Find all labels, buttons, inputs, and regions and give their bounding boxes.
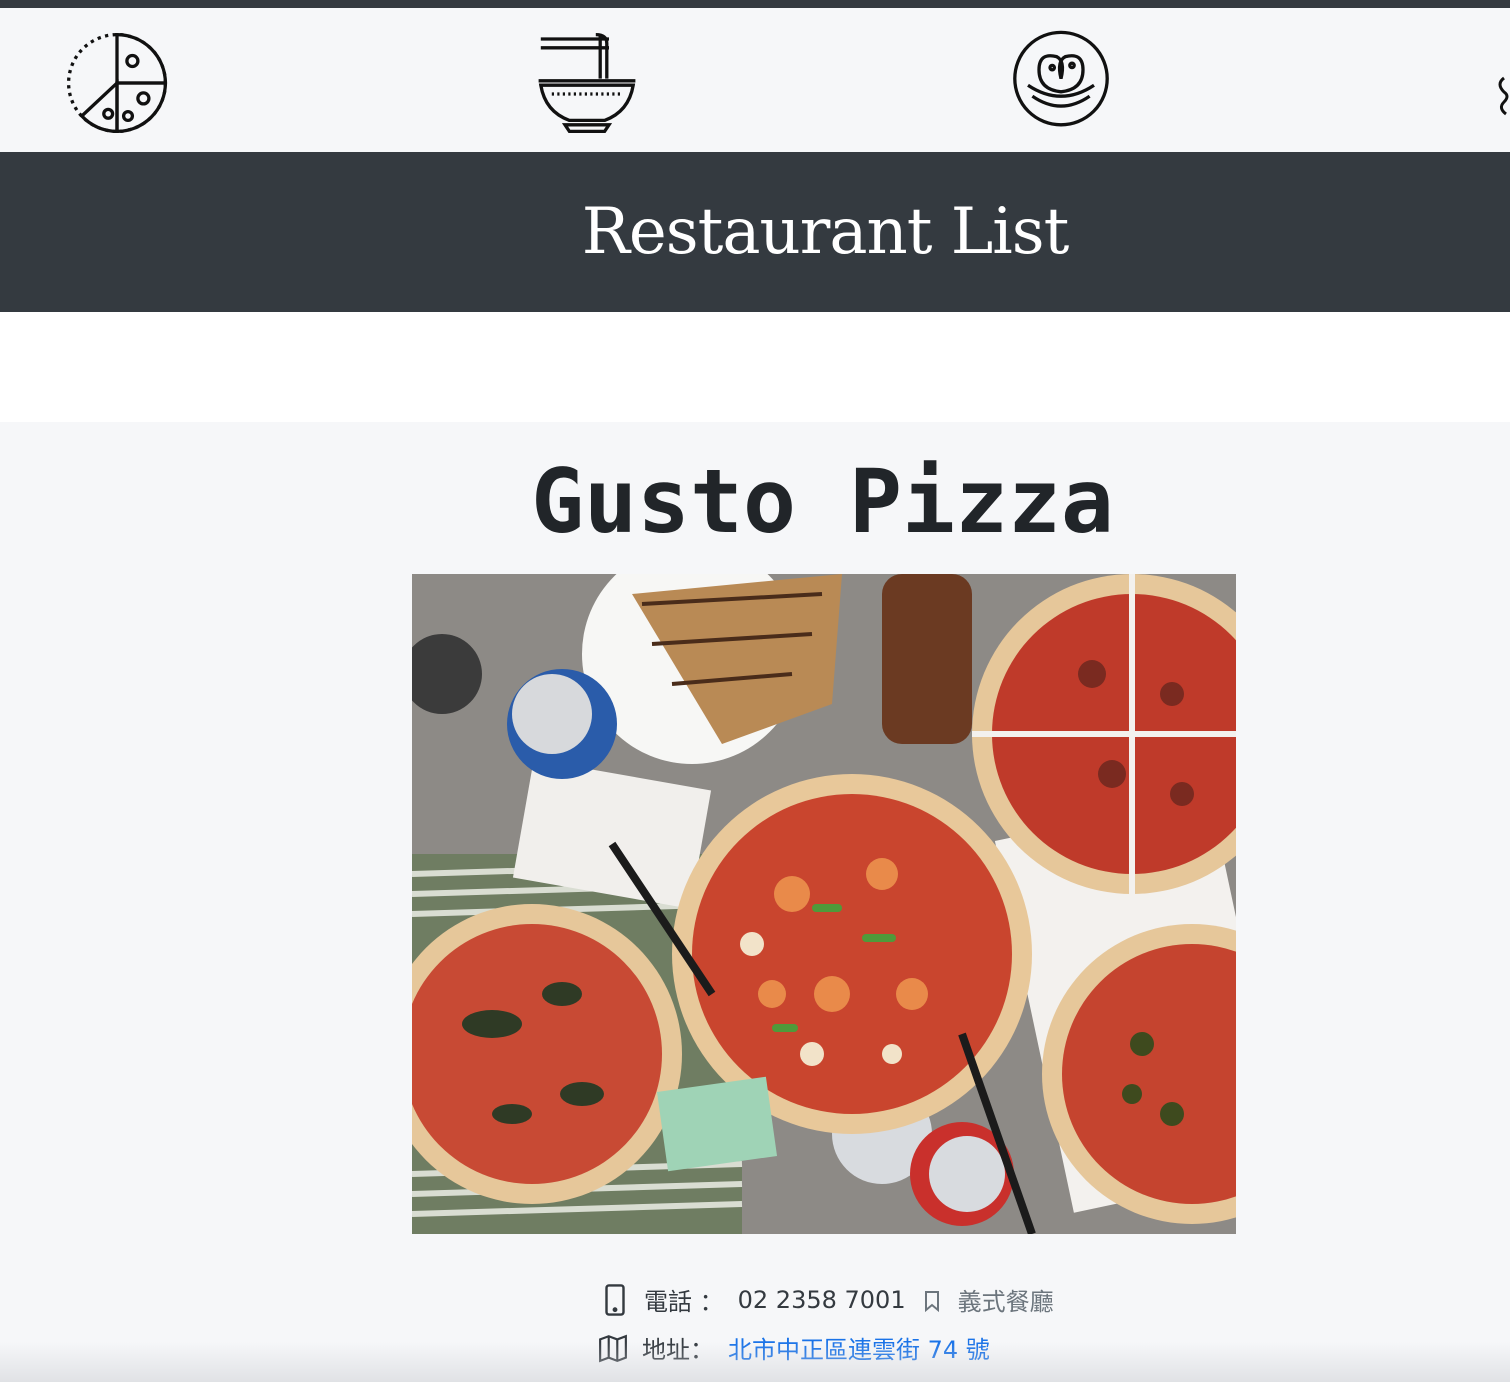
restaurant-photo — [412, 574, 1236, 1234]
phone-icon — [600, 1283, 630, 1317]
phone-label: 電話 ： — [644, 1288, 724, 1316]
header-banner: Restaurant List — [0, 152, 1510, 312]
pretzel-icon[interactable] — [1006, 28, 1116, 138]
restaurant-detail: Gusto Pizza 電話 ： 02 2358 7001 義式餐廳 — [0, 422, 1510, 1382]
bottom-fade — [0, 1342, 1510, 1382]
bookmark-icon — [920, 1283, 944, 1317]
spacer — [0, 312, 1510, 422]
page-title: Restaurant List — [581, 195, 1070, 269]
category-icon-strip — [0, 8, 1510, 152]
phone-number: 02 2358 7001 — [737, 1285, 906, 1314]
restaurant-name: Gusto Pizza — [531, 450, 1114, 553]
phone-row: 電話 ： 02 2358 7001 義式餐廳 — [0, 1282, 1510, 1317]
top-border — [0, 0, 1510, 8]
category-label: 義式餐廳 — [957, 1288, 1054, 1316]
noodle-bowl-icon[interactable] — [532, 28, 642, 138]
pizza-icon[interactable] — [62, 28, 172, 138]
partial-icon[interactable] — [1490, 28, 1510, 138]
